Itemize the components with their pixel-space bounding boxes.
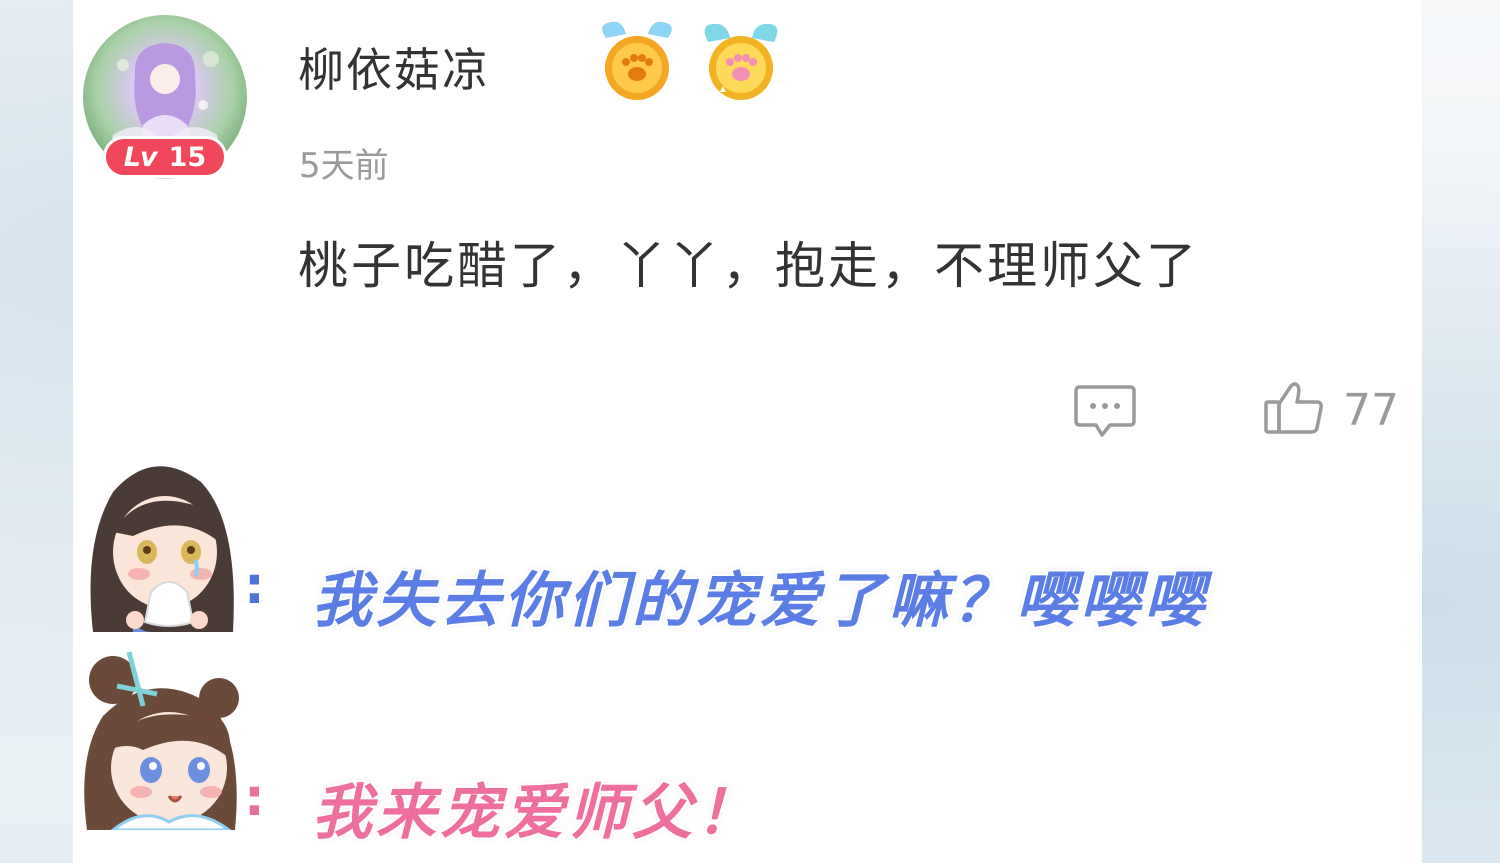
level-label: Lv (123, 141, 158, 173)
like-count: 77 (1343, 385, 1399, 436)
reaction-colon: : (244, 556, 265, 616)
reaction-text-2: 我来宠爱师父！ (312, 778, 760, 848)
reaction-colon: : (244, 768, 265, 828)
comment-panel (73, 0, 1422, 863)
reaction-text-1: 我失去你们的宠爱了嘛？嘤嘤嘤 (312, 566, 1208, 636)
thumbs-up-icon[interactable] (1263, 380, 1325, 436)
winged-paw-coin-gold-icon (602, 21, 672, 100)
level-badge: Lv 15 (103, 136, 227, 178)
twin-bun-girl-icon (84, 651, 239, 830)
level-number: 15 (168, 141, 207, 173)
character-sticker-crying-girl (73, 452, 248, 632)
character-sticker-bun-girl (73, 646, 248, 830)
winged-paw-coin-cyan-icon (704, 23, 778, 100)
comment-timestamp: 5天前 (299, 146, 389, 186)
long-hair-crying-girl-icon (90, 466, 234, 632)
username[interactable]: 柳依菇凉 (298, 34, 490, 100)
comment-bubble-icon[interactable] (1074, 383, 1136, 439)
comment-text: 桃子吃醋了，丫丫，抱走，不理师父了 (298, 237, 1199, 295)
